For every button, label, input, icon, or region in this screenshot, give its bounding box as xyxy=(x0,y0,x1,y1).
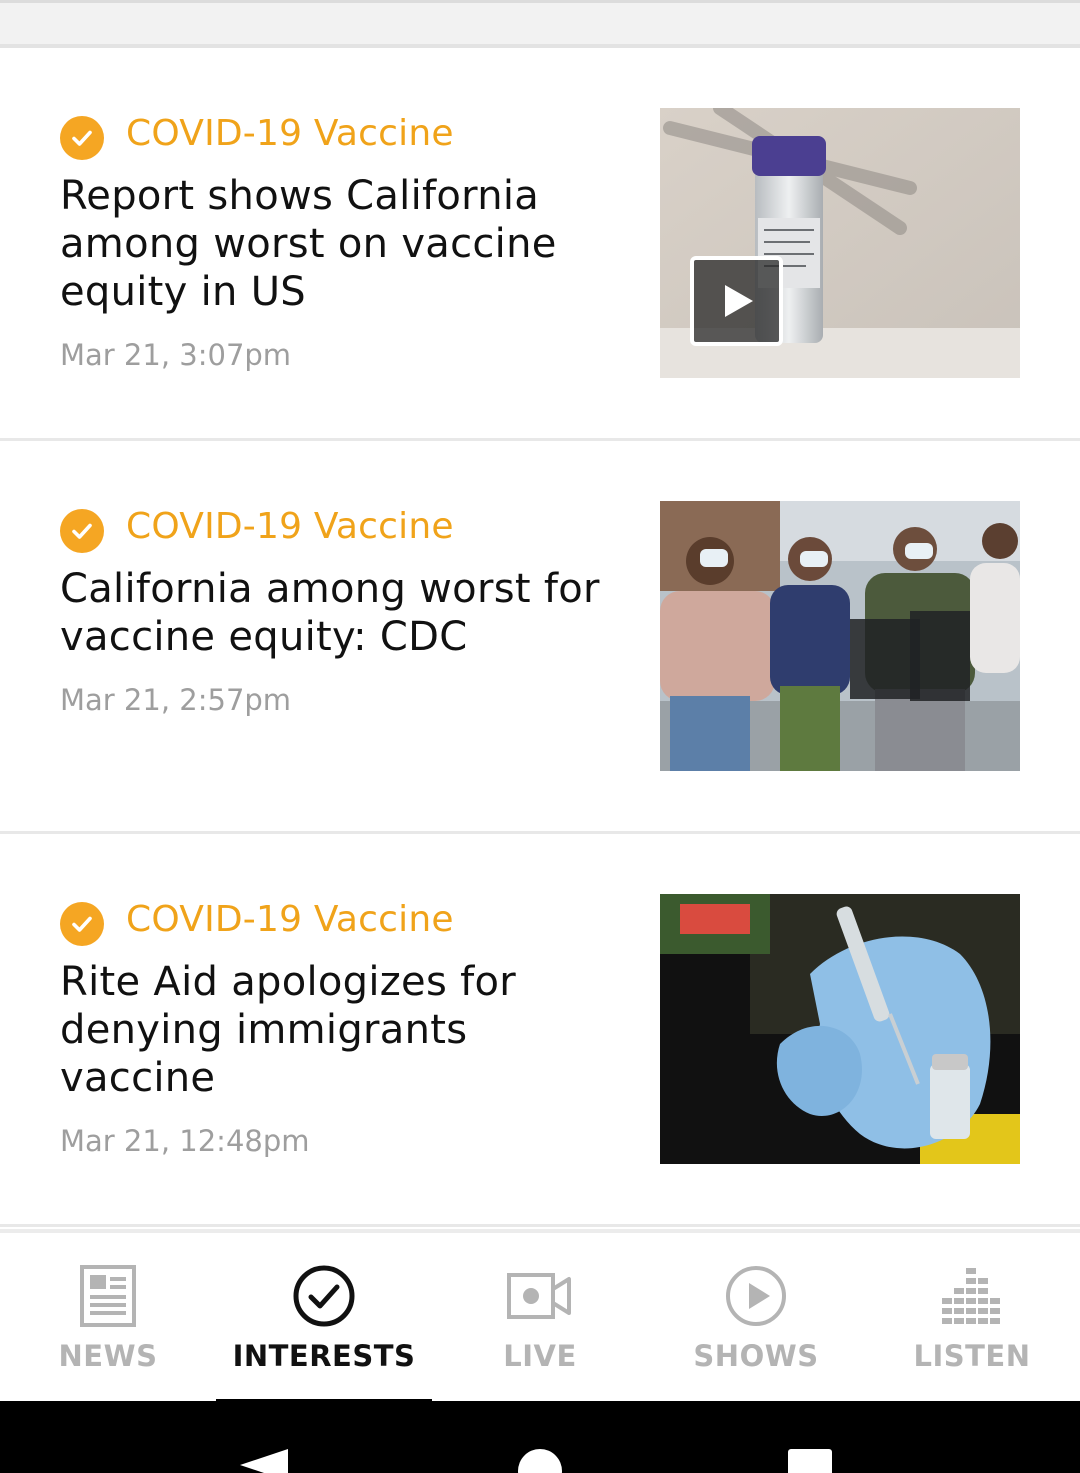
recents-square-icon[interactable] xyxy=(788,1449,832,1473)
article-text: COVID-19 Vaccine Report shows California… xyxy=(60,108,600,372)
equalizer-icon xyxy=(942,1265,1002,1327)
check-circle-icon xyxy=(60,509,104,553)
topic-row[interactable]: COVID-19 Vaccine xyxy=(60,108,600,160)
play-circle-icon xyxy=(724,1265,788,1327)
tab-news[interactable]: NEWS xyxy=(0,1233,216,1401)
home-circle-icon[interactable] xyxy=(518,1449,562,1473)
article-thumbnail[interactable] xyxy=(660,894,1020,1164)
article-headline[interactable]: Rite Aid apologizes for denying immigran… xyxy=(60,958,600,1102)
top-strip xyxy=(0,0,1080,48)
tab-shows[interactable]: SHOWS xyxy=(648,1233,864,1401)
topic-label[interactable]: COVID-19 Vaccine xyxy=(126,113,454,154)
video-camera-icon xyxy=(507,1265,573,1327)
back-triangle-icon[interactable] xyxy=(240,1449,288,1473)
article-thumbnail[interactable] xyxy=(660,501,1020,771)
bottom-tab-bar: NEWS INTERESTS LIVE SHOWS LISTEN xyxy=(0,1229,1080,1405)
article-timestamp: Mar 21, 12:48pm xyxy=(60,1124,310,1158)
topic-row[interactable]: COVID-19 Vaccine xyxy=(60,501,600,553)
tab-listen-label: LISTEN xyxy=(913,1339,1031,1373)
article-headline[interactable]: Report shows California among worst on v… xyxy=(60,172,600,316)
article-headline[interactable]: California among worst for vaccine equit… xyxy=(60,565,600,661)
tab-live-label: LIVE xyxy=(503,1339,577,1373)
check-circle-outline-icon xyxy=(292,1265,356,1327)
article-card[interactable]: COVID-19 Vaccine Report shows California… xyxy=(0,48,1080,441)
article-card[interactable]: COVID-19 Vaccine California among worst … xyxy=(0,441,1080,834)
topic-label[interactable]: COVID-19 Vaccine xyxy=(126,899,454,940)
topic-row[interactable]: COVID-19 Vaccine xyxy=(60,894,600,946)
newspaper-icon xyxy=(80,1265,136,1327)
tab-interests[interactable]: INTERESTS xyxy=(216,1233,432,1405)
tab-shows-label: SHOWS xyxy=(693,1339,819,1373)
tab-interests-label: INTERESTS xyxy=(232,1339,416,1373)
system-navigation-bar xyxy=(0,1401,1080,1473)
tab-news-label: NEWS xyxy=(58,1339,158,1373)
article-card[interactable]: COVID-19 Vaccine Rite Aid apologizes for… xyxy=(0,834,1080,1227)
article-timestamp: Mar 21, 3:07pm xyxy=(60,338,292,372)
article-feed[interactable]: COVID-19 Vaccine Report shows California… xyxy=(0,48,1080,1227)
article-timestamp: Mar 21, 2:57pm xyxy=(60,683,292,717)
article-text: COVID-19 Vaccine California among worst … xyxy=(60,501,600,717)
check-circle-icon xyxy=(60,902,104,946)
play-icon[interactable] xyxy=(690,256,783,346)
tab-live[interactable]: LIVE xyxy=(432,1233,648,1401)
article-text: COVID-19 Vaccine Rite Aid apologizes for… xyxy=(60,894,600,1158)
tab-listen[interactable]: LISTEN xyxy=(864,1233,1080,1401)
article-thumbnail[interactable] xyxy=(660,108,1020,378)
topic-label[interactable]: COVID-19 Vaccine xyxy=(126,506,454,547)
check-circle-icon xyxy=(60,116,104,160)
